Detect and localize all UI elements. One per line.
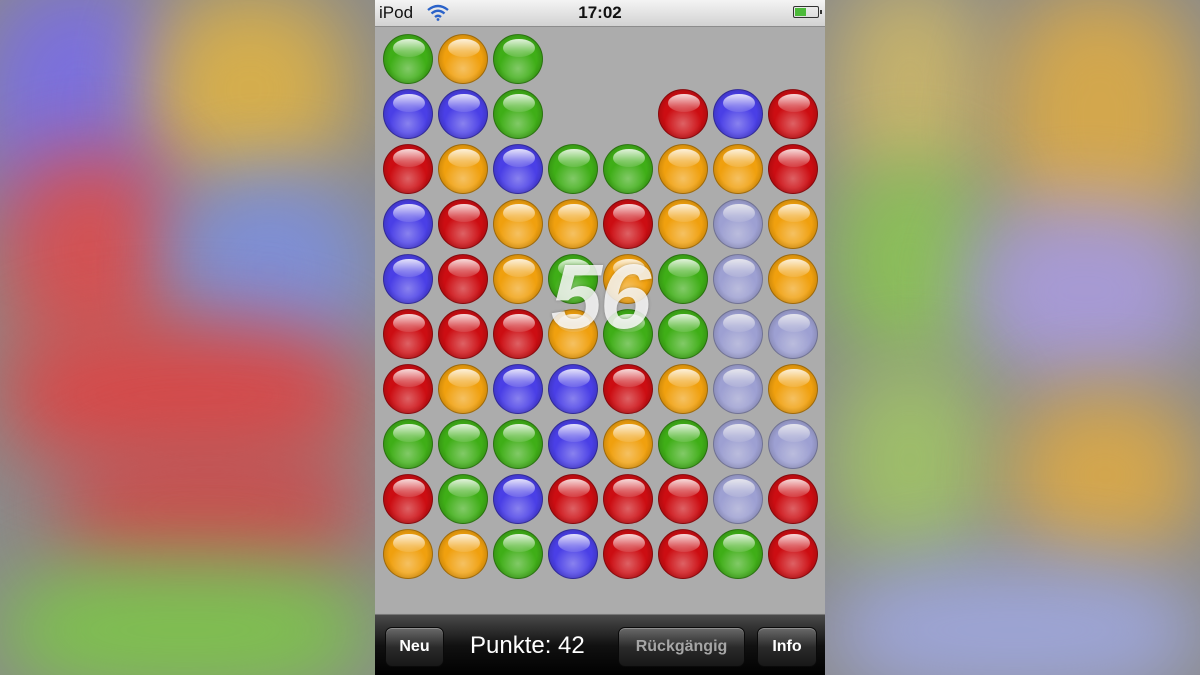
bubble-selected[interactable] — [713, 199, 763, 249]
bubble-blue[interactable] — [713, 89, 763, 139]
bubble-orange[interactable] — [493, 254, 543, 304]
bubble-selected[interactable] — [713, 364, 763, 414]
bubble-orange[interactable] — [438, 144, 488, 194]
bubble-red[interactable] — [768, 144, 818, 194]
bubble-selected[interactable] — [713, 309, 763, 359]
bubble-orange[interactable] — [713, 144, 763, 194]
bubble-blue[interactable] — [493, 364, 543, 414]
bubble-blue[interactable] — [493, 474, 543, 524]
bubble-orange[interactable] — [658, 364, 708, 414]
bubble-green[interactable] — [383, 419, 433, 469]
bubble-orange[interactable] — [438, 529, 488, 579]
bubble-green[interactable] — [603, 144, 653, 194]
phone-screen: iPod 17:02 56 Neu Punkte: 42 Rückgängig … — [375, 0, 825, 675]
bubble-blue[interactable] — [548, 364, 598, 414]
bubble-orange[interactable] — [768, 364, 818, 414]
bubble-red[interactable] — [658, 529, 708, 579]
bubble-green[interactable] — [493, 529, 543, 579]
bubble-green[interactable] — [658, 309, 708, 359]
bubble-orange[interactable] — [658, 199, 708, 249]
bubble-green[interactable] — [438, 474, 488, 524]
bubble-orange[interactable] — [438, 364, 488, 414]
bubble-red[interactable] — [768, 474, 818, 524]
bubble-red[interactable] — [383, 144, 433, 194]
bubble-orange[interactable] — [603, 254, 653, 304]
bubble-green[interactable] — [658, 419, 708, 469]
bubble-red[interactable] — [603, 529, 653, 579]
bubble-green[interactable] — [493, 34, 543, 84]
bubble-red[interactable] — [438, 199, 488, 249]
bubble-red[interactable] — [438, 254, 488, 304]
bubble-orange[interactable] — [603, 419, 653, 469]
status-bar: iPod 17:02 — [375, 0, 825, 27]
bubble-blue[interactable] — [493, 144, 543, 194]
bubble-red[interactable] — [658, 474, 708, 524]
bubble-green[interactable] — [493, 89, 543, 139]
bubble-selected[interactable] — [713, 254, 763, 304]
bubble-red[interactable] — [603, 474, 653, 524]
bubble-green[interactable] — [438, 419, 488, 469]
bubble-selected[interactable] — [713, 419, 763, 469]
bubble-orange[interactable] — [548, 309, 598, 359]
bubble-selected[interactable] — [768, 309, 818, 359]
bubble-green[interactable] — [548, 254, 598, 304]
bubble-blue[interactable] — [383, 89, 433, 139]
bubble-orange[interactable] — [438, 34, 488, 84]
bubble-orange[interactable] — [493, 199, 543, 249]
status-clock: 17:02 — [578, 3, 622, 22]
info-button[interactable]: Info — [757, 627, 817, 667]
bubble-blue[interactable] — [548, 419, 598, 469]
bubble-red[interactable] — [658, 89, 708, 139]
bubble-red[interactable] — [548, 474, 598, 524]
new-game-button[interactable]: Neu — [385, 627, 444, 667]
bottom-toolbar: Neu Punkte: 42 Rückgängig Info — [375, 614, 825, 675]
bubble-selected[interactable] — [768, 419, 818, 469]
bubble-selected[interactable] — [713, 474, 763, 524]
bubble-orange[interactable] — [383, 529, 433, 579]
bubble-red[interactable] — [603, 364, 653, 414]
bubble-green[interactable] — [493, 419, 543, 469]
bubble-red[interactable] — [493, 309, 543, 359]
bubble-orange[interactable] — [658, 144, 708, 194]
bubble-red[interactable] — [383, 474, 433, 524]
bubble-green[interactable] — [548, 144, 598, 194]
bubble-orange[interactable] — [768, 254, 818, 304]
bubble-red[interactable] — [383, 364, 433, 414]
bubble-blue[interactable] — [438, 89, 488, 139]
bubble-red[interactable] — [438, 309, 488, 359]
bubble-green[interactable] — [603, 309, 653, 359]
points-label: Punkte: 42 — [470, 632, 585, 659]
undo-button[interactable]: Rückgängig — [618, 627, 745, 667]
bubble-green[interactable] — [658, 254, 708, 304]
bubble-green[interactable] — [383, 34, 433, 84]
bubble-blue[interactable] — [548, 529, 598, 579]
bubble-orange[interactable] — [548, 199, 598, 249]
bubble-blue[interactable] — [383, 199, 433, 249]
bubble-blue[interactable] — [383, 254, 433, 304]
battery-icon — [793, 6, 822, 18]
bubble-red[interactable] — [768, 529, 818, 579]
bubble-red[interactable] — [603, 199, 653, 249]
bubble-red[interactable] — [383, 309, 433, 359]
bubble-red[interactable] — [768, 89, 818, 139]
game-board[interactable] — [375, 27, 825, 613]
bubble-orange[interactable] — [768, 199, 818, 249]
bubble-green[interactable] — [713, 529, 763, 579]
